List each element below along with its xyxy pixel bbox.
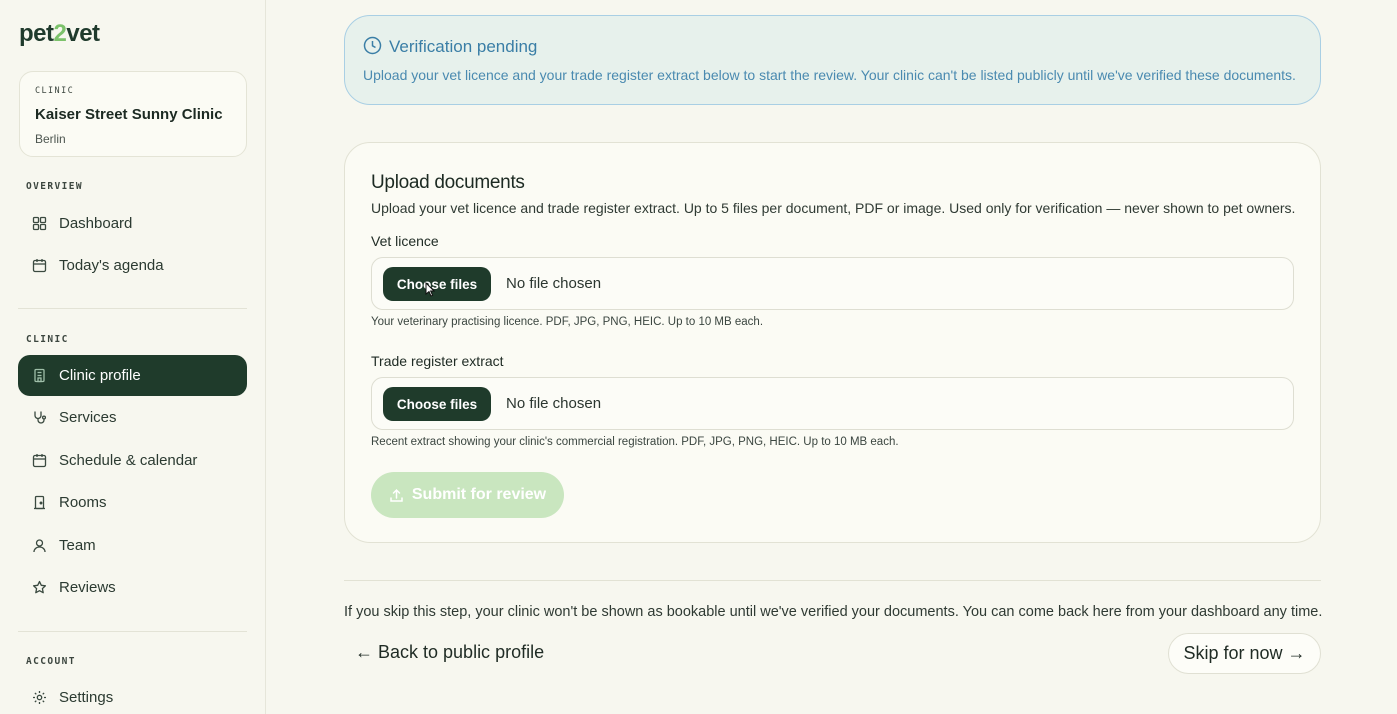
verification-banner: Verification pending Upload your vet lic… [344, 15, 1321, 105]
user-icon [31, 538, 47, 554]
sidebar-item-rooms[interactable]: Rooms [18, 482, 247, 523]
building-icon [31, 368, 47, 384]
door-icon [31, 495, 47, 511]
clinic-city: Berlin [35, 132, 66, 146]
sidebar-item-label: Team [59, 537, 96, 554]
upload-subtitle: Upload your vet licence and trade regist… [371, 200, 1296, 216]
section-label-account: ACCOUNT [26, 656, 76, 667]
sidebar-item-label: Schedule & calendar [59, 452, 198, 469]
sidebar-item-label: Today's agenda [59, 257, 164, 274]
logo[interactable]: pet2vet [19, 20, 100, 48]
vet-licence-hint: Your veterinary practising licence. PDF,… [371, 316, 764, 328]
sidebar-item-agenda[interactable]: Today's agenda [18, 245, 247, 286]
trade-register-hint: Recent extract showing your clinic's com… [371, 436, 899, 448]
sidebar-divider [18, 308, 247, 309]
sidebar-item-services[interactable]: Services [18, 397, 247, 438]
mouse-cursor-icon [425, 281, 436, 302]
submit-for-review-button[interactable]: Submit for review [371, 472, 564, 518]
star-icon [31, 580, 47, 596]
back-to-public-profile-link[interactable]: ← Back to public profile [355, 642, 544, 663]
clinic-name: Kaiser Street Sunny Clinic [35, 106, 223, 123]
sidebar-item-label: Dashboard [59, 215, 133, 232]
sidebar-item-settings[interactable]: Settings [18, 677, 247, 714]
vet-licence-file-status: No file chosen [506, 275, 602, 292]
vet-licence-file-input[interactable]: Choose files No file chosen [371, 257, 1294, 310]
upload-documents-card: Upload documents Upload your vet licence… [344, 142, 1321, 543]
sidebar: pet2vet CLINIC Kaiser Street Sunny Clini… [0, 0, 266, 714]
section-label-clinic: CLINIC [26, 334, 69, 345]
clinic-card-label: CLINIC [35, 86, 75, 96]
calendar-icon [31, 258, 47, 274]
clinic-switcher[interactable]: CLINIC Kaiser Street Sunny Clinic Berlin [19, 71, 247, 157]
skip-note: If you skip this step, your clinic won't… [344, 604, 1323, 620]
sidebar-item-label: Clinic profile [59, 367, 141, 384]
sidebar-item-label: Services [59, 409, 117, 426]
sidebar-divider [18, 631, 247, 632]
section-label-overview: OVERVIEW [26, 181, 83, 192]
trade-register-label: Trade register extract [371, 353, 504, 369]
grid-icon [31, 216, 47, 232]
clock-icon [363, 36, 382, 60]
sidebar-item-clinic-profile[interactable]: Clinic profile [18, 355, 247, 396]
calendar-icon [31, 453, 47, 469]
sidebar-item-reviews[interactable]: Reviews [18, 567, 247, 608]
sidebar-item-label: Settings [59, 689, 114, 706]
sidebar-item-dashboard[interactable]: Dashboard [18, 203, 247, 244]
gear-icon [31, 690, 47, 706]
banner-description: Upload your vet licence and your trade r… [363, 67, 1296, 83]
trade-register-file-input[interactable]: Choose files No file chosen [371, 377, 1294, 430]
sidebar-item-label: Rooms [59, 494, 107, 511]
vet-licence-label: Vet licence [371, 233, 439, 249]
upload-icon [389, 488, 404, 503]
skip-for-now-button[interactable]: Skip for now → [1168, 633, 1321, 674]
sidebar-item-team[interactable]: Team [18, 525, 247, 566]
trade-register-file-status: No file chosen [506, 395, 602, 412]
banner-title: Verification pending [389, 37, 538, 56]
trade-register-choose-files-button[interactable]: Choose files [383, 387, 491, 421]
sidebar-item-label: Reviews [59, 579, 116, 596]
vet-licence-choose-files-button[interactable]: Choose files [383, 267, 491, 301]
stethoscope-icon [31, 410, 47, 426]
footer-divider [344, 580, 1321, 581]
sidebar-item-schedule[interactable]: Schedule & calendar [18, 440, 247, 481]
upload-title: Upload documents [371, 172, 525, 193]
submit-label: Submit for review [411, 486, 547, 503]
